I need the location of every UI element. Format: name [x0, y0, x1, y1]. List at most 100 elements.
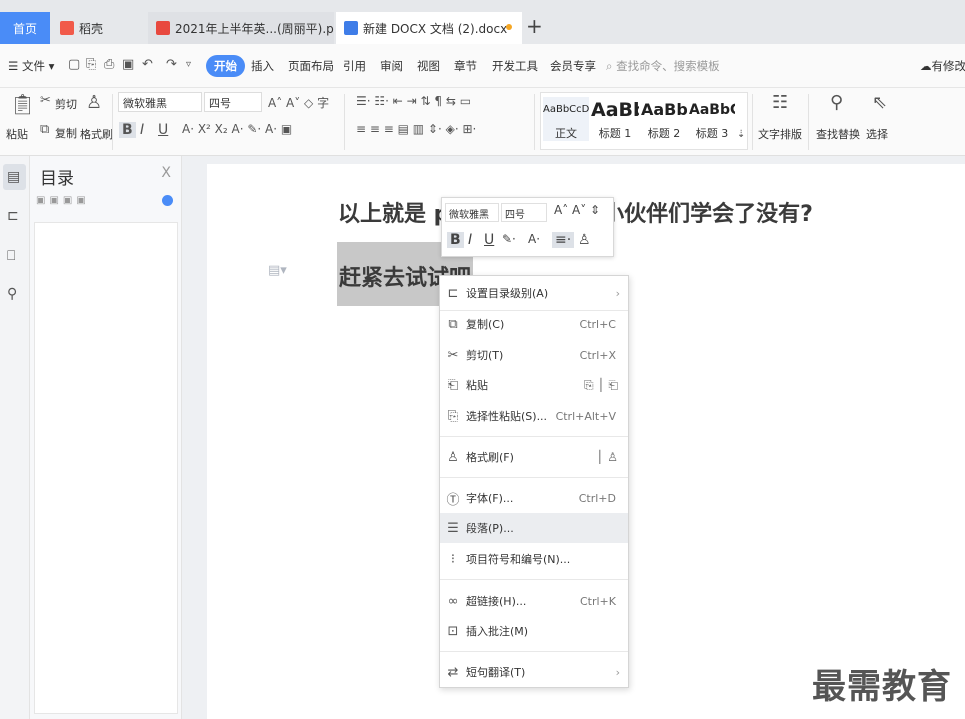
copy-button[interactable]: 复制	[55, 125, 77, 141]
save-icon[interactable]: ▢	[68, 57, 80, 72]
copy-icon[interactable]: ⧉	[40, 122, 49, 137]
account-status[interactable]: ☁有修改	[920, 58, 965, 74]
redo-icon[interactable]: ↷	[166, 57, 177, 72]
style-heading-1[interactable]: AaBb 标题 1	[591, 97, 639, 141]
print-preview-icon[interactable]: ▣	[122, 57, 134, 72]
mini-font-adjust-icons[interactable]: A˄ A˅ ⇕	[554, 203, 600, 217]
list-indent-icons[interactable]: ☰· ☷· ⇤ ⇥ ⇅ ¶ ⇆ ▭	[356, 94, 471, 108]
outline-view-icon[interactable]: ▤	[3, 164, 26, 190]
menu-shortcut: Ctrl+D	[578, 491, 616, 505]
paste-button[interactable]: 粘贴	[6, 126, 28, 142]
tab-developer[interactable]: 开发工具	[492, 58, 538, 74]
separator	[752, 94, 753, 150]
cut-icon: ✂	[447, 347, 459, 363]
bold-icon[interactable]: B	[119, 122, 136, 138]
pdf-icon	[156, 21, 170, 35]
font-size-select[interactable]: 四号	[204, 92, 262, 112]
file-menu[interactable]: ☰ 文件 ▾	[8, 58, 54, 74]
tab-bar: 首页 稻壳 2021年上半年英...(周丽平).pdf ☐ ✕ 新建 DOCX …	[0, 0, 965, 44]
tab-docx[interactable]: 新建 DOCX 文档 (2).docx	[336, 12, 522, 44]
tab-pdf[interactable]: 2021年上半年英...(周丽平).pdf ☐ ✕	[148, 12, 334, 44]
tab-insert[interactable]: 插入	[251, 58, 274, 74]
sync-icon[interactable]	[162, 195, 173, 206]
italic-icon[interactable]: I	[140, 122, 144, 138]
command-search[interactable]: ⌕ 查找命令、搜索模板	[606, 58, 720, 74]
font-icon: Ⓣ	[446, 492, 460, 508]
tab-pdf-label: 2021年上半年英...(周丽平).pdf	[175, 21, 334, 36]
mini-underline-icon[interactable]: U	[484, 232, 494, 248]
format-painter-icon[interactable]: ♙	[86, 92, 102, 113]
style-gallery: AaBbCcDd 正文 AaBb 标题 1 AaBb( 标题 2 AaBbC( …	[540, 92, 748, 150]
bookmark-icon[interactable]: ⎕	[7, 248, 15, 264]
tab-home-ribbon[interactable]: 开始	[206, 55, 245, 77]
text-layout-button[interactable]: 文字排版	[758, 126, 802, 142]
format-painter-side-icon[interactable]: │ ♙	[596, 450, 628, 464]
mini-align-icon[interactable]: ≡·	[552, 232, 575, 248]
menu-shortcut: Ctrl+Alt+V	[555, 409, 616, 423]
menu-item-label: 字体(F)...	[466, 492, 514, 505]
menu-format-painter[interactable]: ♙ 格式刷(F) │ ♙	[440, 442, 628, 472]
print-icon[interactable]: ⎙	[104, 57, 114, 72]
mini-italic-icon[interactable]: I	[468, 232, 472, 248]
search-icon[interactable]: ⚲	[7, 286, 17, 302]
menu-paste[interactable]: ⎗ 粘贴 ⎘ │ ⎗	[440, 370, 628, 400]
tab-docer-label: 稻壳	[79, 21, 104, 36]
style-heading-3[interactable]: AaBbC( 标题 3	[689, 97, 735, 141]
menu-separator	[440, 477, 628, 478]
menu-paragraph[interactable]: ☰ 段落(P)...	[440, 513, 628, 543]
mini-font-color-icon[interactable]: A·	[528, 232, 540, 246]
tab-home[interactable]: 首页	[0, 12, 50, 44]
tab-member[interactable]: 会员专享	[550, 58, 596, 74]
link-icon: ∞	[447, 593, 459, 609]
font-adjust-icons[interactable]: A˄ A˅ ◇ 字	[268, 94, 329, 111]
cut-icon[interactable]: ✂	[40, 93, 51, 108]
font-name-select[interactable]: 微软雅黑	[118, 92, 202, 112]
tab-view[interactable]: 视图	[417, 58, 440, 74]
menu-translate[interactable]: ⇄ 短句翻译(T) ›	[440, 657, 628, 687]
find-replace-button[interactable]: 查找替换	[816, 126, 860, 142]
nav-tree-icon[interactable]: ⊏	[7, 208, 19, 224]
mini-font-size-select[interactable]: 四号	[501, 203, 547, 222]
export-icon[interactable]: ⎘	[86, 57, 96, 72]
text-effects-icons[interactable]: A· X² X₂ A· ✎· A· ▣	[182, 122, 292, 136]
underline-icon[interactable]: U	[158, 122, 168, 138]
mini-bold-icon[interactable]: B	[447, 232, 464, 248]
paste-option-icons[interactable]: ⎘ │ ⎗	[584, 378, 628, 393]
tab-chapter[interactable]: 章节	[454, 58, 477, 74]
text-layout-icon[interactable]: ☷	[772, 92, 788, 113]
customize-icon[interactable]: ▿	[186, 59, 191, 70]
new-tab-button[interactable]: +	[526, 14, 543, 38]
cursor-icon[interactable]: ⇖	[872, 92, 887, 113]
menu-bullets-numbering[interactable]: ⁝ 项目符号和编号(N)...	[440, 544, 628, 574]
menu-set-toc-level[interactable]: ⊏ 设置目录级别(A) ›	[440, 278, 628, 308]
tab-page-layout[interactable]: 页面布局	[288, 58, 334, 74]
mini-format-painter-icon[interactable]: ♙	[578, 232, 591, 248]
style-name: 标题 2	[647, 127, 681, 140]
undo-icon[interactable]: ↶	[142, 57, 153, 72]
tab-review[interactable]: 审阅	[380, 58, 403, 74]
menu-insert-comment[interactable]: ⊡ 插入批注(M)	[440, 616, 628, 646]
menu-hyperlink[interactable]: ∞ 超链接(H)... Ctrl+K	[440, 586, 628, 616]
format-painter-button[interactable]: 格式刷	[80, 126, 113, 142]
toc-tool-icons[interactable]: ▣▣▣▣	[36, 195, 90, 206]
tab-docer[interactable]: 稻壳	[52, 12, 146, 44]
tab-references[interactable]: 引用	[343, 58, 366, 74]
style-expand-icon[interactable]: ⇣	[737, 129, 745, 140]
paste-icon[interactable]: 📋︎	[10, 92, 35, 116]
mini-highlight-icon[interactable]: ✎·	[502, 232, 516, 246]
paragraph-mark-icon[interactable]: ▤▾	[268, 263, 287, 278]
select-button[interactable]: 选择	[866, 126, 888, 142]
menu-separator	[440, 579, 628, 580]
menu-cut[interactable]: ✂ 剪切(T) Ctrl+X	[440, 340, 628, 370]
menu-font[interactable]: Ⓣ 字体(F)... Ctrl+D	[440, 483, 628, 513]
menu-copy[interactable]: ⧉ 复制(C) Ctrl+C	[440, 309, 628, 339]
menu-paste-special[interactable]: ⎘ 选择性粘贴(S)... Ctrl+Alt+V	[440, 401, 628, 431]
alignment-icons[interactable]: ≡ ≡ ≡ ▤ ▥ ⇕· ◈· ⊞·	[356, 122, 476, 136]
close-icon[interactable]: X	[161, 165, 171, 181]
find-replace-icon[interactable]: ⚲	[830, 92, 843, 113]
style-normal[interactable]: AaBbCcDd 正文	[543, 97, 589, 141]
cut-button[interactable]: 剪切	[55, 96, 77, 112]
mini-font-name-select[interactable]: 微软雅黑	[445, 203, 499, 222]
style-heading-2[interactable]: AaBb( 标题 2	[641, 97, 687, 141]
unsaved-dot-icon	[506, 24, 512, 30]
